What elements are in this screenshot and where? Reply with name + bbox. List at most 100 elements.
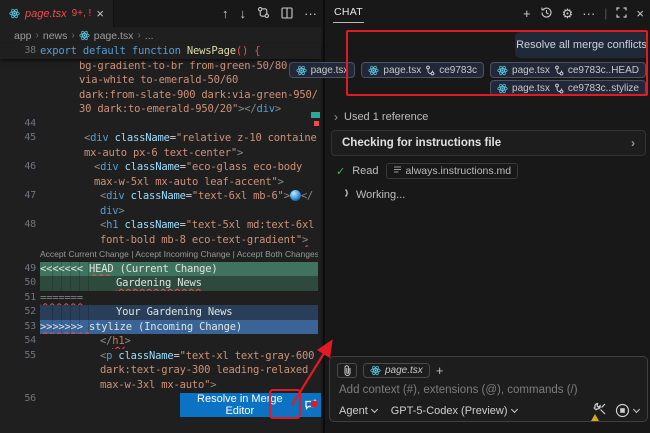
chevron-right-icon: › [71,30,74,41]
code-line: div> [0,204,321,219]
code-line-content: dark:text-gray-300 leading-relaxed [40,363,318,378]
attachment-chips-row: page.tsx page.tsxce9783c page.tsxce9783c..… [289,62,646,78]
tab-page-tsx[interactable]: page.tsx 9+, ! × [0,0,114,27]
maximize-icon[interactable] [616,7,627,20]
paperclip-icon[interactable] [337,363,357,378]
gear-icon[interactable]: ⚙ [562,7,574,20]
more-actions-icon[interactable]: ··· [304,7,317,20]
tools-icon[interactable] [593,402,607,419]
code-line-content: <h1 className="text-5xl md:text-6xl [40,218,318,233]
breadcrumb-item[interactable]: ... [145,30,154,42]
line-number: 45 [0,131,36,146]
attachment-chip[interactable]: page.tsxce9783c..stylize [490,80,646,96]
code-line: 38export default function NewsPage() { [0,44,321,59]
code-line-content: <p className="text-xl text-gray-600 [40,349,318,364]
code-line: font-bold mb-8 eco-text-gradient"> [0,233,321,248]
line-number: 50 [0,276,36,291]
ruler-error-mark [314,121,319,126]
line-number: 53 [0,320,36,335]
code-line: dark:text-gray-300 leading-relaxed [0,363,321,378]
git-compare-icon[interactable] [257,6,270,21]
code-line: mx-auto px-6 text-center"> [0,146,321,161]
codelens-link[interactable]: Accept Incoming Change [135,249,230,259]
chat-input-placeholder[interactable]: Add context (#), extensions (@), command… [339,384,578,396]
code-line-content: max-w-3xl mx-auto"> [40,378,318,393]
chevron-down-icon [633,405,640,412]
breadcrumb-item[interactable]: app [14,30,32,42]
previous-change-icon[interactable]: ↑ [222,7,229,20]
code-line-content: <div className="text-6xl mb-6"></ [40,189,318,204]
code-line-content: <div className="eco-glass eco-body [40,160,318,175]
more-icon[interactable]: ··· [582,7,595,20]
read-file-row: ✓ Read always.instructions.md [336,163,518,179]
editor-pane: page.tsx 9+, ! × ↑ ↓ ··· app › news › pa… [0,0,321,433]
tab-chat[interactable]: CHAT [333,3,364,23]
history-icon[interactable] [540,6,553,21]
attachment-chip[interactable]: page.tsxce9783c [361,62,484,78]
breadcrumb-item[interactable]: news [43,30,68,42]
close-icon[interactable]: × [96,7,104,20]
code-area[interactable]: 38export default function NewsPage() {bg… [0,44,321,433]
attachment-chip[interactable]: page.tsx [289,62,356,78]
add-context-button[interactable]: + [436,363,444,378]
code-line: 49<<<<<<< HEAD (Current Change) [0,262,321,277]
input-bottom-row: Agent GPT-5-Codex (Preview) [339,402,639,419]
code-line-content: max-w-5xl mx-auto leaf-accent"> [40,175,318,190]
input-attach-row: page.tsx + [337,363,443,378]
split-editor-icon[interactable] [281,7,293,21]
user-message-bubble: Resolve all merge conflicts [515,32,648,58]
attachment-chip[interactable]: page.tsxce9783c..HEAD [490,62,646,78]
line-number: 55 [0,349,36,364]
next-change-icon[interactable]: ↓ [240,7,247,20]
code-line-content: 30 dark:to-emerald-950/20"></div> [40,102,318,117]
code-line: 48 <h1 className="text-5xl md:text-6xl [0,218,321,233]
vscode-window: page.tsx 9+, ! × ↑ ↓ ··· app › news › pa… [0,0,650,433]
tool-call-label: Checking for instructions file [342,137,501,149]
working-label: Working... [356,189,405,201]
breadcrumb-item[interactable]: page.tsx [94,30,134,42]
model-dropdown[interactable]: GPT-5-Codex (Preview) [391,405,517,417]
code-line-content: via-white to-emerald-50/60 [40,73,318,88]
input-chip-label: page.tsx [385,365,423,376]
react-icon [370,365,381,376]
line-number: 48 [0,218,36,233]
globe-emoji [290,190,301,201]
input-context-chip[interactable]: page.tsx [363,363,430,378]
line-number: 56 [0,392,36,407]
attachment-git-ref: ce9783c [439,65,477,76]
tool-call-box[interactable]: Checking for instructions file › [331,130,646,156]
chat-input-box[interactable]: page.tsx + Add context (#), extensions (… [329,356,648,422]
line-number: 44 [0,117,36,132]
code-line-content: export default function NewsPage() { [40,44,318,59]
breadcrumb[interactable]: app › news › page.tsx › ... [0,27,321,44]
chevron-right-icon: › [334,110,338,124]
code-line: 47 <div className="text-6xl mb-6"></ [0,189,321,204]
codelens-link[interactable]: Accept Both Changes [237,249,318,259]
chevron-right-icon: › [631,136,635,150]
code-line-content [40,117,318,132]
codelens-link[interactable]: Accept Current Change [40,249,129,259]
spinner-icon [336,187,348,202]
line-number: 47 [0,189,36,204]
check-icon: ✓ [336,165,345,178]
chat-header-icons: + ⚙ ··· | × [523,0,644,26]
new-chat-icon[interactable]: + [523,7,531,20]
resolve-in-merge-editor-button[interactable]: Resolve in Merge Editor [180,393,300,417]
code-line: 52Your Gardening News [0,305,321,320]
read-file-pill[interactable]: always.instructions.md [386,163,519,179]
warning-icon [591,414,599,421]
code-line: bg-gradient-to-br from-green-50/80 [0,59,321,74]
stop-button[interactable] [615,403,639,418]
close-icon[interactable]: × [636,7,644,20]
code-line-content: mx-auto px-6 text-center"> [40,146,318,161]
chat-panel: CHAT + ⚙ ··· | × Resolve all merge confl… [323,0,650,433]
mode-dropdown[interactable]: Agent [339,405,377,417]
attachment-git-ref: ce9783c..HEAD [568,65,639,76]
used-references-toggle[interactable]: › Used 1 reference [334,110,428,124]
mode-label: Agent [339,405,368,417]
code-line-content: div> [40,204,318,219]
react-icon [9,8,20,19]
chat-header: CHAT + ⚙ ··· | × [325,0,650,26]
ruler-modified-mark [311,112,320,118]
annotation-dot [311,401,317,407]
